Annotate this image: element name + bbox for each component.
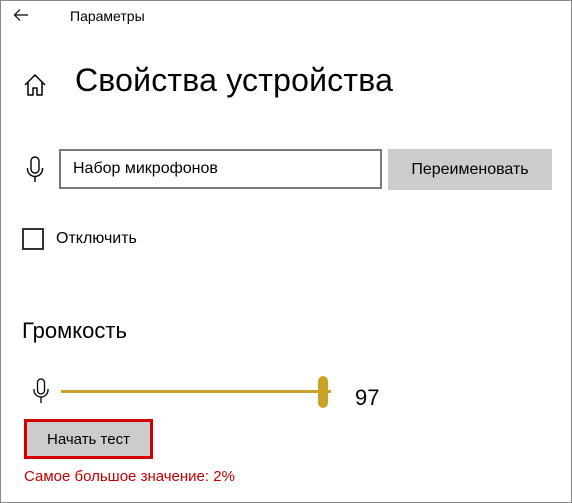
- max-value-text: Самое большое значение: 2%: [24, 468, 235, 485]
- back-arrow-icon: [13, 9, 28, 21]
- volume-slider-fill: [61, 390, 323, 393]
- back-button[interactable]: [6, 2, 36, 28]
- page-title: Свойства устройства: [75, 62, 394, 98]
- start-test-button[interactable]: Начать тест: [24, 419, 153, 459]
- app-title: Параметры: [70, 8, 145, 24]
- microphone-icon: [33, 378, 49, 403]
- microphone-icon: [26, 156, 44, 182]
- volume-value: 97: [355, 385, 380, 410]
- home-button[interactable]: [22, 72, 48, 98]
- rename-button[interactable]: Переименовать: [388, 149, 552, 190]
- title-bar: Параметры: [0, 0, 572, 32]
- disable-checkbox-row[interactable]: Отключить: [22, 226, 137, 252]
- home-icon: [24, 74, 46, 96]
- volume-slider[interactable]: [61, 376, 331, 408]
- disable-label: Отключить: [56, 230, 137, 247]
- volume-slider-thumb[interactable]: [318, 376, 328, 408]
- disable-checkbox[interactable]: [22, 228, 44, 250]
- device-name-input[interactable]: [59, 149, 382, 189]
- volume-heading: Громкость: [22, 318, 127, 343]
